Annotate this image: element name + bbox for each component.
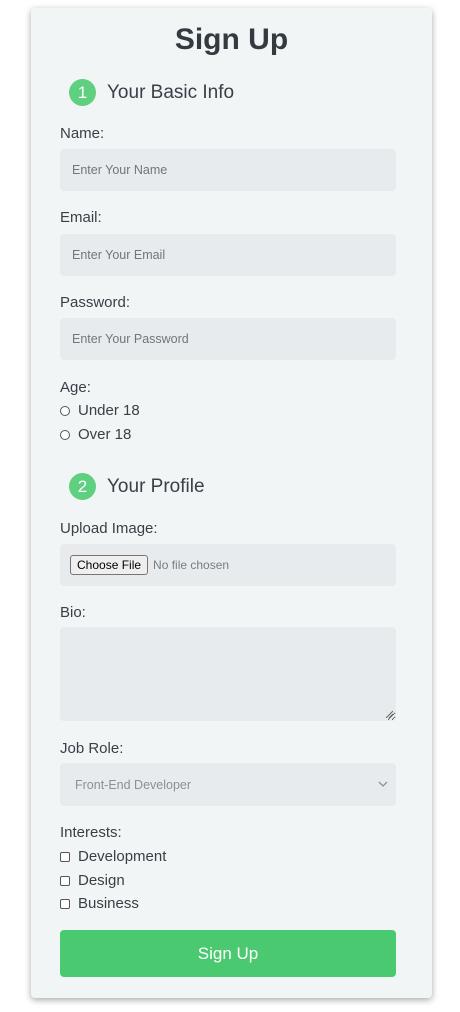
email-label: Email:: [60, 209, 102, 226]
interest-label: Development: [78, 848, 167, 865]
upload-image-field[interactable]: Choose File No file chosen: [60, 544, 396, 586]
age-option-label: Over 18: [78, 426, 132, 443]
radio-under-18[interactable]: [60, 405, 70, 416]
password-input[interactable]: [60, 318, 396, 360]
sign-up-button[interactable]: Sign Up: [60, 930, 396, 977]
interest-business[interactable]: Business: [60, 895, 139, 912]
name-input[interactable]: [60, 149, 396, 191]
password-label: Password:: [60, 294, 131, 311]
age-option-under-18[interactable]: Under 18: [60, 402, 140, 419]
section-basic-info: 1 Your Basic Info: [69, 79, 234, 106]
page-title: Sign Up: [174, 23, 289, 56]
job-role-selected: Front-End Developer: [75, 777, 192, 792]
checkbox-design[interactable]: [60, 875, 70, 886]
section-title-basic-info: Your Basic Info: [107, 81, 235, 103]
bio-label: Bio:: [60, 604, 86, 621]
section-title-profile: Your Profile: [107, 475, 205, 497]
section-profile: 2 Your Profile: [69, 473, 205, 500]
checkbox-development[interactable]: [60, 851, 70, 862]
signup-form-card: Sign Up 1 Your Basic Info Name: Email: P…: [31, 8, 432, 998]
interest-development[interactable]: Development: [60, 848, 166, 865]
email-input[interactable]: [60, 234, 396, 276]
interest-label: Business: [78, 895, 139, 912]
age-label: Age:: [60, 379, 91, 396]
file-status: No file chosen: [153, 558, 230, 572]
radio-over-18[interactable]: [60, 429, 70, 440]
upload-image-label: Upload Image:: [60, 520, 158, 537]
interest-design[interactable]: Design: [60, 872, 125, 889]
resize-grip-icon[interactable]: [385, 710, 393, 718]
chevron-down-icon: [378, 781, 388, 787]
step-number-1: 1: [69, 79, 96, 106]
job-role-select[interactable]: Front-End Developer: [60, 763, 396, 806]
age-option-label: Under 18: [78, 402, 140, 419]
choose-file-button[interactable]: Choose File: [70, 555, 149, 575]
checkbox-business[interactable]: [60, 898, 70, 909]
interests-label: Interests:: [60, 824, 122, 841]
bio-textarea[interactable]: [60, 627, 396, 721]
job-role-label: Job Role:: [60, 740, 124, 757]
step-number-2: 2: [69, 473, 96, 500]
name-label: Name:: [60, 125, 105, 142]
interest-label: Design: [78, 872, 125, 889]
age-option-over-18[interactable]: Over 18: [60, 426, 131, 443]
